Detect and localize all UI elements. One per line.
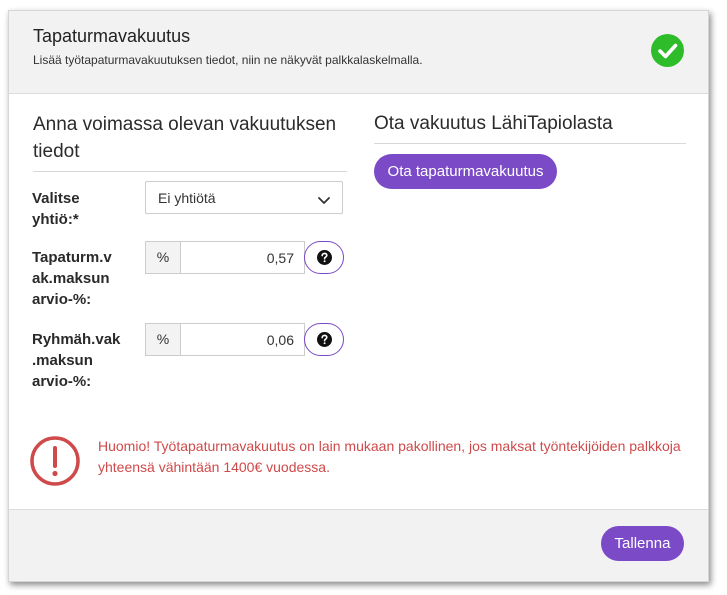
company-select[interactable]: Ei yhtiötä [145,181,343,214]
panel-header: Tapaturmavakuutus Lisää työtapaturmavaku… [9,11,708,94]
save-button[interactable]: Tallenna [601,526,684,561]
panel-subtitle: Lisää työtapaturmavakuutuksen tiedot, ni… [33,53,423,67]
group-rate-label: Ryhmäh.vak .maksun arvio-%: [32,331,121,390]
insurance-panel: Tapaturmavakuutus Lisää työtapaturmavaku… [8,10,709,582]
accident-rate-label: Tapaturm.v ak.maksun arvio-%: [32,249,112,308]
chevron-down-icon [318,192,330,210]
warning-message: Huomio! Työtapaturmavakuutus on lain muk… [98,438,681,475]
check-circle-icon [651,34,684,67]
group-rate-input[interactable] [180,323,305,356]
exclamation-circle-icon [29,435,81,492]
company-select-value: Ei yhtiötä [158,190,216,206]
get-insurance-button[interactable]: Ota tapaturmavakuutus [374,154,557,189]
panel-title: Tapaturmavakuutus [33,26,191,46]
panel-footer: Tallenna [9,509,708,581]
question-icon [317,250,332,265]
accident-rate-input[interactable] [180,241,305,274]
company-label: Valitse yhtiö:* [32,190,80,228]
accident-rate-unit: % [145,241,181,274]
group-rate-help-button[interactable] [304,323,344,356]
accident-rate-help-button[interactable] [304,241,344,274]
current-insurance-heading: Anna voimassa olevan vakuutuksen tiedot [33,111,347,172]
group-rate-unit: % [145,323,181,356]
question-icon [317,332,332,347]
get-insurance-heading: Ota vakuutus LähiTapiolasta [374,113,686,144]
